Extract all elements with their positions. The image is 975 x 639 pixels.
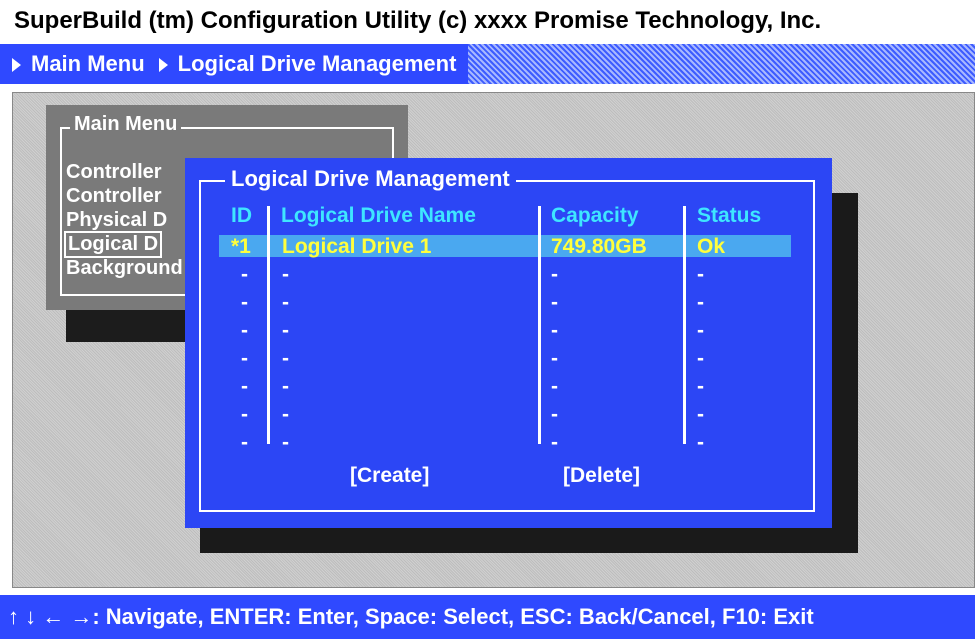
column-divider [538, 206, 541, 444]
row-id: - [241, 375, 248, 398]
menu-item-physical-drive[interactable]: Physical D [66, 209, 167, 232]
row-status: Ok [697, 235, 726, 258]
column-header-status: Status [697, 204, 762, 227]
column-divider [683, 206, 686, 444]
row-capacity: - [551, 291, 558, 314]
row-status: - [697, 291, 704, 314]
menu-item-background[interactable]: Background [66, 257, 183, 280]
row-name: - [282, 347, 289, 370]
row-capacity: - [551, 375, 558, 398]
row-name: - [282, 375, 289, 398]
row-status: - [697, 263, 704, 286]
row-id: - [241, 291, 248, 314]
column-header-capacity: Capacity [551, 204, 639, 227]
column-divider [267, 206, 270, 444]
row-status: - [697, 431, 704, 454]
row-status: - [697, 403, 704, 426]
menu-item-controller-1[interactable]: Controller [66, 161, 162, 184]
column-header-name: Logical Drive Name [281, 204, 476, 227]
menu-item-logical-drive[interactable]: Logical D [64, 231, 163, 258]
column-header-id: ID [231, 204, 252, 227]
row-name: - [282, 263, 289, 286]
row-id: - [241, 431, 248, 454]
row-id: - [241, 319, 248, 342]
row-capacity: - [551, 319, 558, 342]
arrow-right-icon [158, 58, 168, 73]
row-status: - [697, 375, 704, 398]
breadcrumb: Main Menu Logical Drive Management [0, 44, 469, 84]
row-name: Logical Drive 1 [282, 235, 432, 258]
bios-screen: SuperBuild (tm) Configuration Utility (c… [0, 0, 975, 639]
dialog-frame [199, 180, 815, 512]
row-id: - [241, 403, 248, 426]
create-button[interactable]: [Create] [350, 464, 429, 488]
row-name: - [282, 403, 289, 426]
logical-drive-dialog: Logical Drive Management ID Logical Driv… [185, 158, 832, 528]
row-name: - [282, 319, 289, 342]
delete-button[interactable]: [Delete] [563, 464, 640, 488]
row-capacity: - [551, 431, 558, 454]
row-capacity: - [551, 347, 558, 370]
row-status: - [697, 347, 704, 370]
row-id: *1 [231, 235, 251, 258]
breadcrumb-item-logical-drive: Logical Drive Management [177, 51, 457, 76]
menu-item-controller-2[interactable]: Controller [66, 185, 162, 208]
row-capacity: 749.80GB [551, 235, 647, 258]
row-name: - [282, 431, 289, 454]
breadcrumb-bar: Main Menu Logical Drive Management [0, 44, 975, 84]
breadcrumb-item-main-menu[interactable]: Main Menu [31, 51, 145, 76]
row-capacity: - [551, 263, 558, 286]
app-title: SuperBuild (tm) Configuration Utility (c… [0, 0, 975, 42]
row-status: - [697, 319, 704, 342]
main-menu-title: Main Menu [70, 113, 182, 136]
row-capacity: - [551, 403, 558, 426]
row-id: - [241, 347, 248, 370]
arrow-right-icon [12, 58, 21, 73]
row-id: - [241, 263, 248, 286]
status-bar: ↑ ↓ ← →: Navigate, ENTER: Enter, Space: … [0, 595, 975, 639]
row-name: - [282, 291, 289, 314]
dialog-title: Logical Drive Management [225, 166, 516, 192]
